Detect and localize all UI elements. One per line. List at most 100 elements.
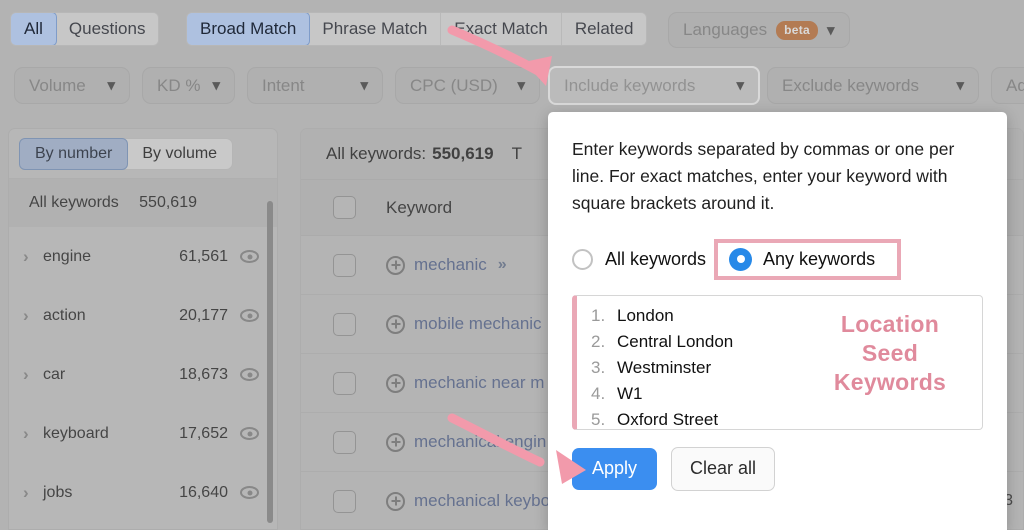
eye-icon[interactable] xyxy=(240,427,259,440)
filter-intent-label: Intent xyxy=(262,75,305,95)
column-header-keyword: Keyword xyxy=(386,197,453,217)
radio-any-keywords[interactable]: Any keywords xyxy=(714,238,902,280)
popup-description: Enter keywords separated by commas or on… xyxy=(572,139,955,213)
sort-by-number-button[interactable]: By number xyxy=(19,138,129,170)
sidebar-group-count: 18,673 xyxy=(179,365,228,383)
filter-exclude-keywords-label: Exclude keywords xyxy=(782,75,920,95)
keyword-link[interactable]: mechanic near m xyxy=(414,373,544,393)
sidebar-all-keywords-row[interactable]: All keywords 550,619 xyxy=(9,179,277,227)
plus-circle-icon[interactable] xyxy=(386,432,405,452)
eye-icon[interactable] xyxy=(240,250,259,263)
filter-kd-label: KD % xyxy=(157,75,201,95)
plus-circle-icon[interactable] xyxy=(386,373,405,393)
row-checkbox[interactable] xyxy=(333,371,356,395)
chevron-down-icon: ▾ xyxy=(212,77,220,94)
sidebar-group-list: All keywords 550,619 › engine 61,561 › a… xyxy=(9,178,277,523)
tab-related[interactable]: Related xyxy=(561,13,647,45)
tab-all[interactable]: All xyxy=(11,13,57,45)
keyword-link[interactable]: mechanic xyxy=(414,255,487,275)
filter-exclude-keywords[interactable]: Exclude keywords ▾ xyxy=(767,67,979,104)
apply-button[interactable]: Apply xyxy=(572,448,658,491)
table-summary-count: 550,619 xyxy=(432,144,494,163)
keyword-index: 5. xyxy=(591,410,606,430)
chevron-right-icon[interactable]: › xyxy=(23,247,43,267)
sidebar-group-label: engine xyxy=(43,247,92,265)
radio-all-keywords[interactable]: All keywords xyxy=(572,248,707,270)
double-chevron-right-icon[interactable]: » xyxy=(498,256,507,274)
match-mode-radio-group: All keywords Any keywords xyxy=(572,238,983,280)
radio-indicator-off[interactable] xyxy=(572,248,593,270)
keyword-index: 2. xyxy=(591,332,606,352)
filter-cpc-label: CPC (USD) xyxy=(410,75,498,95)
tab-exact-match[interactable]: Exact Match xyxy=(441,13,562,45)
sidebar-group-row[interactable]: › car 18,673 xyxy=(9,345,277,404)
sidebar-group-row[interactable]: › keyboard 17,652 xyxy=(9,404,277,463)
keyword-index: 4. xyxy=(591,384,606,404)
beta-badge: beta xyxy=(776,20,819,40)
filter-advanced-clipped[interactable]: Ad xyxy=(991,67,1024,104)
chevron-right-icon[interactable]: › xyxy=(23,483,43,503)
sidebar-group-count: 16,640 xyxy=(179,483,228,501)
keyword-text: Oxford Street xyxy=(617,410,719,430)
keyword-link[interactable]: mechanical keybo xyxy=(414,491,550,511)
eye-icon[interactable] xyxy=(240,486,259,499)
filter-advanced-label: Ad xyxy=(1006,75,1024,95)
filter-volume-label: Volume xyxy=(29,75,86,95)
keyword-type-tabs-group-1: All Questions xyxy=(10,12,160,46)
tab-broad-match[interactable]: Broad Match xyxy=(187,13,311,45)
row-checkbox[interactable] xyxy=(333,253,356,277)
plus-circle-icon[interactable] xyxy=(386,255,405,275)
chevron-down-icon: ▾ xyxy=(360,77,368,94)
eye-icon[interactable] xyxy=(240,309,259,322)
clear-all-button[interactable]: Clear all xyxy=(671,447,776,492)
sidebar-scrollbar[interactable] xyxy=(267,201,273,523)
row-checkbox[interactable] xyxy=(333,312,356,336)
table-summary-tail: T xyxy=(511,144,522,163)
row-checkbox[interactable] xyxy=(333,489,356,513)
plus-circle-icon[interactable] xyxy=(386,314,405,334)
popup-actions: Apply Clear all xyxy=(572,447,983,492)
radio-any-keywords-label: Any keywords xyxy=(763,248,876,269)
keyword-text: W1 xyxy=(617,384,643,404)
sidebar-group-count: 61,561 xyxy=(179,247,228,265)
sort-by-volume-button[interactable]: By volume xyxy=(127,139,232,169)
keyword-link[interactable]: mechanical engin xyxy=(414,432,546,452)
filter-cpc[interactable]: CPC (USD) ▾ xyxy=(395,67,540,104)
keyword-list-item: 5. Oxford Street xyxy=(591,410,982,430)
chevron-down-icon: ▾ xyxy=(107,77,115,94)
sidebar-group-label: action xyxy=(43,306,86,324)
radio-all-keywords-label: All keywords xyxy=(605,248,707,269)
keyword-index: 3. xyxy=(591,358,606,378)
eye-icon[interactable] xyxy=(240,368,259,381)
screenshot-root: All Questions Broad Match Phrase Match E… xyxy=(0,0,1024,530)
filter-kd[interactable]: KD % ▾ xyxy=(142,67,235,104)
sidebar-panel: By number By volume All keywords 550,619… xyxy=(8,128,278,530)
tab-phrase-match[interactable]: Phrase Match xyxy=(309,13,442,45)
filter-include-keywords[interactable]: Include keywords ▾ xyxy=(548,66,760,105)
filter-volume[interactable]: Volume ▾ xyxy=(14,67,130,104)
chevron-down-icon: ▾ xyxy=(956,77,964,94)
annotation-note-text: Location Seed Keywords xyxy=(833,311,947,396)
keyword-text: London xyxy=(617,306,674,326)
row-checkbox[interactable] xyxy=(333,430,356,454)
radio-indicator-on[interactable] xyxy=(730,248,752,270)
chevron-right-icon[interactable]: › xyxy=(23,424,43,444)
sidebar-group-label: jobs xyxy=(43,483,73,501)
languages-dropdown[interactable]: Languages beta ▾ xyxy=(668,12,850,48)
keywords-textarea[interactable]: 1. London 2. Central London 3. Westminst… xyxy=(572,295,983,431)
tab-questions[interactable]: Questions xyxy=(55,13,159,45)
sidebar-group-row[interactable]: › action 20,177 xyxy=(9,286,277,345)
select-all-checkbox[interactable] xyxy=(333,196,356,219)
sidebar-group-row[interactable]: › engine 61,561 xyxy=(9,227,277,286)
sidebar-sort-toggle-wrap: By number By volume xyxy=(9,129,277,178)
chevron-right-icon[interactable]: › xyxy=(23,306,43,326)
chevron-right-icon[interactable]: › xyxy=(23,365,43,385)
filter-intent[interactable]: Intent ▾ xyxy=(247,67,383,104)
sidebar-all-keywords-label: All keywords xyxy=(29,194,119,211)
sidebar-group-label: car xyxy=(43,365,66,383)
plus-circle-icon[interactable] xyxy=(386,491,405,511)
top-filter-bar: All Questions Broad Match Phrase Match E… xyxy=(0,0,1024,110)
sidebar-group-row[interactable]: › jobs 16,640 xyxy=(9,463,277,522)
keyword-link[interactable]: mobile mechanic xyxy=(414,314,542,334)
sidebar-group-count: 17,652 xyxy=(179,424,228,442)
